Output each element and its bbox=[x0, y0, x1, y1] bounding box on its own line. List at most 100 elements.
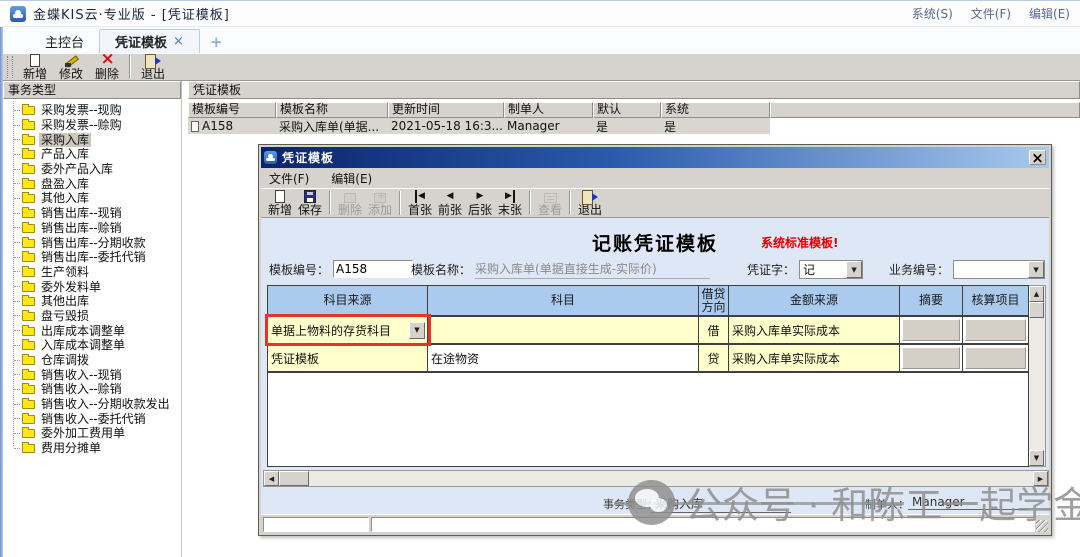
table-cell: Manager bbox=[504, 118, 593, 134]
folder-icon bbox=[22, 268, 35, 277]
tree-item[interactable]: 销售收入--赊销 bbox=[3, 382, 181, 397]
tree-item[interactable]: 委外发料单 bbox=[3, 279, 181, 294]
toolbar-button-label: 首张 bbox=[408, 204, 432, 216]
modify-button[interactable]: 修改 bbox=[53, 54, 89, 80]
account-source-cell[interactable]: 凭证模板 bbox=[268, 345, 428, 371]
tree-item[interactable]: 销售收入--委托代销 bbox=[3, 411, 181, 426]
menu-file[interactable]: 文件(F) bbox=[971, 5, 1011, 22]
dropdown-arrow-icon[interactable] bbox=[846, 261, 862, 278]
txn-type-value: 采购入库 bbox=[651, 495, 791, 513]
account-cell[interactable] bbox=[428, 317, 699, 343]
menu-system[interactable]: 系统(S) bbox=[912, 5, 953, 22]
column-header[interactable]: 系统 bbox=[661, 102, 770, 118]
new-tab-icon[interactable] bbox=[210, 35, 223, 49]
dlg-exit-button[interactable]: 退出 bbox=[575, 189, 605, 217]
account-source-cell[interactable]: 单据上物料的存货科目 bbox=[268, 317, 428, 343]
dialog-footer: 事务类型： 采购入库 制单人： Manager bbox=[261, 492, 1049, 512]
dlg-next-button[interactable]: 后张 bbox=[465, 189, 495, 217]
tree-item[interactable]: 其他入库 bbox=[3, 191, 181, 206]
tree-item-label: 销售出库--现销 bbox=[39, 206, 124, 220]
new-button[interactable]: 新增 bbox=[17, 54, 53, 80]
main-panel-header: 凭证模板 bbox=[188, 81, 1080, 99]
main-toolbar-buttons: 新增修改删除退出 bbox=[17, 54, 171, 80]
dialog-menu-file[interactable]: 文件(F) bbox=[265, 169, 313, 188]
tree-item[interactable]: 其他出库 bbox=[3, 294, 181, 309]
dialog-menu-edit[interactable]: 编辑(E) bbox=[327, 169, 376, 188]
template-no-field: 模板编号： bbox=[269, 260, 413, 278]
scroll-left-icon[interactable]: ◀ bbox=[264, 471, 279, 486]
tree-item[interactable]: 采购入库 bbox=[3, 132, 181, 147]
tree-item[interactable]: 盘亏毁损 bbox=[3, 309, 181, 324]
voucher-word-select[interactable]: 记 bbox=[799, 260, 863, 279]
grid-column-header: 金额来源 bbox=[729, 286, 900, 315]
tree-item-label: 入库成本调整单 bbox=[39, 338, 127, 352]
column-header[interactable]: 制单人 bbox=[504, 102, 593, 118]
resize-grip[interactable] bbox=[1036, 520, 1048, 532]
folder-icon bbox=[22, 180, 35, 189]
tree-item[interactable]: 销售出库--赊销 bbox=[3, 221, 181, 236]
business-no-select[interactable] bbox=[953, 260, 1045, 279]
tree-item[interactable]: 费用分摊单 bbox=[3, 441, 181, 456]
template-no-input[interactable] bbox=[333, 260, 413, 278]
folder-icon bbox=[22, 297, 35, 306]
tree-item[interactable]: 生产领料 bbox=[3, 265, 181, 280]
grid-header: 科目来源科目借贷方向金额来源摘要核算项目 bbox=[268, 286, 1028, 317]
scroll-up-icon[interactable]: ▲ bbox=[1029, 286, 1044, 302]
tree-item[interactable]: 销售出库--分期收款 bbox=[3, 235, 181, 250]
grid-horizontal-scrollbar[interactable]: ◀ ▶ bbox=[263, 470, 1049, 487]
plate bbox=[965, 347, 1026, 369]
tree-item[interactable]: 出库成本调整单 bbox=[3, 323, 181, 338]
tree-item[interactable]: 产品入库 bbox=[3, 147, 181, 162]
column-header[interactable]: 模板编号 bbox=[188, 102, 276, 118]
business-no-label: 业务编号： bbox=[889, 261, 949, 278]
toolbar-separator bbox=[399, 191, 401, 215]
horizontal-scroll-thumb[interactable] bbox=[279, 471, 309, 486]
view-icon bbox=[544, 193, 557, 203]
folder-icon bbox=[22, 283, 35, 292]
tree-item[interactable]: 销售收入--现销 bbox=[3, 367, 181, 382]
dlg-save-button[interactable]: 保存 bbox=[295, 189, 325, 217]
title-bar: 金蝶KIS云·专业版 - [凭证模板] 系统(S)文件(F)编辑(E) bbox=[0, 1, 1080, 27]
folder-icon bbox=[22, 444, 35, 453]
folder-icon bbox=[22, 194, 35, 203]
dlg-last-button[interactable]: 末张 bbox=[495, 189, 525, 217]
dlg-prev-button[interactable]: 前张 bbox=[435, 189, 465, 217]
tree-item[interactable]: 委外加工费用单 bbox=[3, 426, 181, 441]
vertical-scroll-thumb[interactable] bbox=[1029, 302, 1044, 318]
account-cell[interactable]: 在途物资 bbox=[428, 345, 699, 371]
dropdown-arrow-icon[interactable] bbox=[409, 322, 425, 339]
exit-button[interactable]: 退出 bbox=[135, 54, 171, 80]
tree-item[interactable]: 入库成本调整单 bbox=[3, 338, 181, 353]
column-header[interactable]: 更新时间 bbox=[388, 102, 504, 118]
column-header[interactable]: 默认 bbox=[593, 102, 661, 118]
dialog-body: 记账凭证模板 系统标准模板! 模板编号： 模板名称： 采购入库单(单据直接生成-… bbox=[261, 218, 1049, 514]
tree-item[interactable]: 仓库调拨 bbox=[3, 353, 181, 368]
tree-item[interactable]: 委外产品入库 bbox=[3, 162, 181, 177]
direction-cell: 借 bbox=[699, 317, 729, 343]
scroll-right-icon[interactable]: ▶ bbox=[1033, 471, 1048, 486]
tree-item[interactable]: 销售出库--委托代销 bbox=[3, 250, 181, 265]
tab-close-icon[interactable]: × bbox=[173, 37, 184, 47]
dropdown-arrow-icon[interactable] bbox=[1028, 261, 1044, 278]
tab-console[interactable]: 主控台 bbox=[30, 29, 99, 53]
delete-button[interactable]: 删除 bbox=[89, 54, 125, 80]
toolbar-button-label: 添加 bbox=[368, 204, 392, 216]
menu-edit[interactable]: 编辑(E) bbox=[1029, 5, 1070, 22]
dlg-new-button[interactable]: 新增 bbox=[265, 189, 295, 217]
column-header[interactable]: 模板名称 bbox=[276, 102, 388, 118]
toolbar-separator bbox=[529, 191, 531, 215]
dialog-close-button[interactable] bbox=[1029, 150, 1046, 165]
template-row[interactable]: A158采购入库单(单据...2021-05-18 16:3...Manager… bbox=[188, 118, 1080, 134]
tree-item[interactable]: 销售收入--分期收款发出 bbox=[3, 397, 181, 412]
tree-item[interactable]: 采购发票--赊购 bbox=[3, 118, 181, 133]
tree-item[interactable]: 销售出库--现销 bbox=[3, 206, 181, 221]
grid-vertical-scrollbar[interactable]: ▲ ▼ bbox=[1029, 285, 1046, 467]
entry-grid-columns: 科目来源科目借贷方向金额来源摘要核算项目 单据上物料的存货科目借采购入库单实际成… bbox=[267, 285, 1029, 467]
summary-cell bbox=[900, 317, 963, 343]
scroll-down-icon[interactable]: ▼ bbox=[1029, 450, 1044, 466]
tree-item[interactable]: 盘盈入库 bbox=[3, 176, 181, 191]
toolbar-button-label: 退出 bbox=[578, 204, 602, 216]
toolbar-button-label: 查看 bbox=[538, 204, 562, 216]
dlg-first-button[interactable]: 首张 bbox=[405, 189, 435, 217]
tree-item[interactable]: 采购发票--现购 bbox=[3, 103, 181, 118]
